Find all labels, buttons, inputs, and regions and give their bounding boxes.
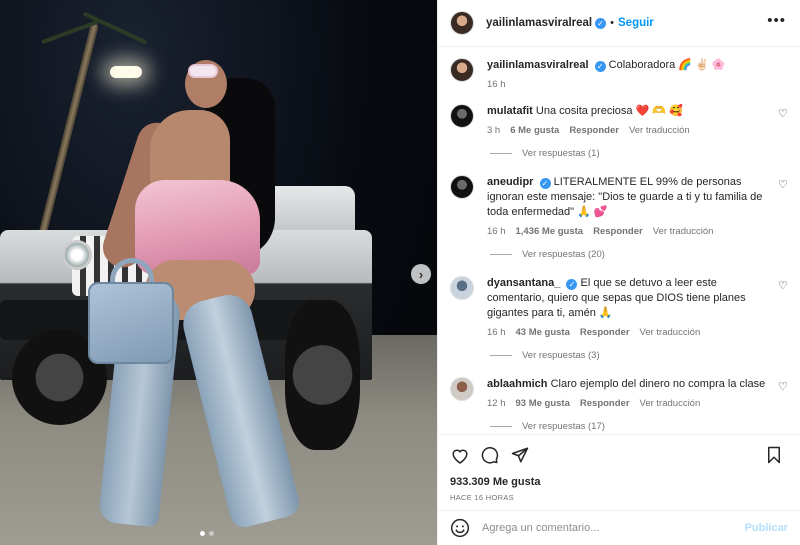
follow-button[interactable]: Seguir (618, 17, 654, 29)
comment-age: 16 h (487, 226, 506, 237)
view-replies-label: Ver respuestas (20) (522, 249, 605, 260)
caption-age: 16 h (487, 79, 506, 90)
post-photo[interactable]: › (0, 0, 437, 545)
chevron-right-icon: › (418, 266, 424, 282)
jeep-wheel (285, 300, 360, 450)
likes-count[interactable]: 933.309 Me gusta (438, 476, 800, 488)
comment-age: 12 h (487, 398, 506, 409)
comment-text: Una cosita preciosa ❤️ 🫶 🥰 (535, 105, 683, 117)
reply-button[interactable]: Responder (593, 226, 643, 237)
replies-divider (490, 254, 512, 255)
verified-badge-icon: ✓ (539, 178, 551, 189)
verified-badge-icon: ✓ (566, 279, 578, 290)
comment-username[interactable]: ablaahmich (487, 378, 548, 390)
translate-button[interactable]: Ver traducción (653, 226, 714, 237)
replies-divider (490, 355, 512, 356)
comment-item: ablaahmich Claro ejemplo del dinero no c… (450, 377, 788, 409)
post-actions: 933.309 Me gusta HACE 16 HORAS Publicar (438, 434, 800, 545)
next-image-button[interactable]: › (411, 264, 431, 284)
view-replies-label: Ver respuestas (17) (522, 421, 605, 432)
author-avatar[interactable] (450, 11, 474, 35)
heart-icon[interactable]: ♡ (778, 180, 788, 191)
comment-likes[interactable]: 43 Me gusta (516, 327, 570, 338)
commenter-avatar[interactable] (450, 104, 474, 128)
verified-badge-icon: ✓ (594, 61, 606, 72)
more-options-icon[interactable]: ••• (767, 13, 786, 28)
heart-icon[interactable]: ♡ (778, 382, 788, 393)
handbag (88, 282, 174, 364)
comment-item: aneudipr ✓ LITERALMENTE EL 99% de person… (450, 175, 788, 237)
heart-icon[interactable]: ♡ (778, 281, 788, 292)
view-replies-button[interactable]: Ver respuestas (20) (490, 249, 788, 260)
view-replies-label: Ver respuestas (3) (522, 350, 600, 361)
comment-username[interactable]: aneudipr (487, 176, 533, 188)
post-sidebar: yailinlamasviralreal ✓ • Seguir ••• yail… (437, 0, 800, 545)
comment-likes[interactable]: 1,436 Me gusta (516, 226, 584, 237)
comment-likes[interactable]: 6 Me gusta (510, 125, 559, 136)
jeep-headlight (62, 240, 92, 270)
publish-button[interactable]: Publicar (745, 522, 788, 534)
caption-text: Colaboradora 🌈 ✌🏻 🌸 (608, 59, 726, 71)
comment-age: 16 h (487, 327, 506, 338)
comment-icon[interactable] (480, 445, 500, 465)
comment-username[interactable]: dyansantana_ (487, 277, 560, 289)
commenter-avatar[interactable] (450, 377, 474, 401)
heart-icon[interactable] (450, 445, 470, 465)
action-icons (438, 435, 800, 475)
post-timestamp: HACE 16 HORAS (450, 493, 514, 502)
comments-list[interactable]: yailinlamasviralreal ✓ Colaboradora 🌈 ✌🏻… (438, 48, 800, 434)
comment-text: Claro ejemplo del dinero no compra la cl… (550, 378, 766, 390)
view-replies-button[interactable]: Ver respuestas (1) (490, 148, 788, 159)
reply-button[interactable]: Responder (569, 125, 619, 136)
replies-divider (490, 153, 512, 154)
carousel-dot (209, 531, 214, 536)
translate-button[interactable]: Ver traducción (640, 327, 701, 338)
heart-icon[interactable]: ♡ (778, 109, 788, 120)
reply-button[interactable]: Responder (580, 398, 630, 409)
view-replies-label: Ver respuestas (1) (522, 148, 600, 159)
reply-button[interactable]: Responder (580, 327, 630, 338)
share-icon[interactable] (510, 445, 530, 465)
carousel-dot (200, 531, 205, 536)
emoji-icon[interactable] (450, 518, 470, 538)
street-lamp (110, 66, 142, 78)
commenter-avatar[interactable] (450, 276, 474, 300)
comment-item: mulatafit Una cosita preciosa ❤️ 🫶 🥰 3 h… (450, 104, 788, 136)
verified-badge-icon: ✓ (595, 17, 607, 29)
caption-username[interactable]: yailinlamasviralreal (487, 59, 589, 71)
save-icon[interactable] (764, 445, 784, 465)
carousel-dots (200, 531, 214, 536)
post-header: yailinlamasviralreal ✓ • Seguir ••• (438, 0, 800, 47)
commenter-avatar[interactable] (450, 175, 474, 199)
view-replies-button[interactable]: Ver respuestas (3) (490, 350, 788, 361)
caption: yailinlamasviralreal ✓ Colaboradora 🌈 ✌🏻… (450, 58, 788, 90)
comment-composer: Publicar (438, 510, 800, 545)
author-username[interactable]: yailinlamasviralreal (486, 17, 592, 29)
replies-divider (490, 426, 512, 427)
comment-item: dyansantana_ ✓ El que se detuvo a leer e… (450, 276, 788, 338)
translate-button[interactable]: Ver traducción (640, 398, 701, 409)
translate-button[interactable]: Ver traducción (629, 125, 690, 136)
view-replies-button[interactable]: Ver respuestas (17) (490, 421, 788, 432)
separator-dot: • (610, 17, 614, 29)
author-avatar[interactable] (450, 58, 474, 82)
comment-input[interactable] (482, 522, 745, 534)
comment-username[interactable]: mulatafit (487, 105, 533, 117)
figure-sunglasses (188, 64, 218, 78)
palm-trunk (33, 22, 99, 258)
comment-age: 3 h (487, 125, 501, 136)
comment-likes[interactable]: 93 Me gusta (516, 398, 570, 409)
